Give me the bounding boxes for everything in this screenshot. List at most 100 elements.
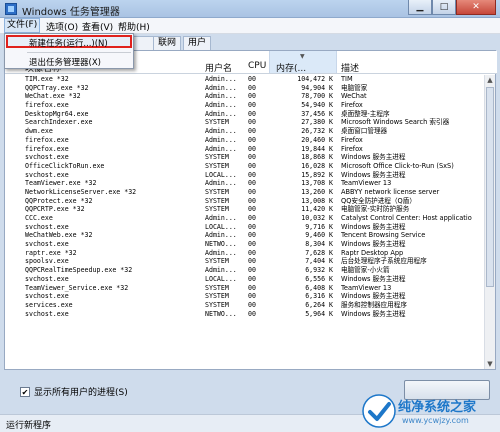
process-user-name: Admin... [205, 127, 237, 136]
process-image-name: QQPCTray.exe *32 [25, 83, 89, 92]
process-rows: TIM.exe *32 Admin... 00 104,472 K TIM QQPCTra… [5, 75, 485, 369]
table-row[interactable]: svchost.exe NETWO... 00 8,304 K Windows 服务主进… [5, 240, 485, 249]
process-user-name: Admin... [205, 83, 237, 92]
process-memory: 54,940 K [301, 101, 333, 110]
process-cpu: 00 [248, 196, 256, 205]
table-row[interactable]: CCC.exe Admin... 00 10,032 K Catalyst Contro… [5, 214, 485, 223]
column-user-name[interactable]: 用户名 [205, 61, 232, 74]
process-user-name: SYSTEM [205, 257, 229, 266]
table-row[interactable]: TeamViewer.exe *32 Admin... 00 13,708 K Team… [5, 179, 485, 188]
table-row[interactable]: QQPCRTP.exe *32 SYSTEM 00 11,420 K 电脑管家-实时防护… [5, 205, 485, 214]
tab-network[interactable]: 联网 [153, 36, 182, 50]
process-image-name: OfficeClickToRun.exe [25, 161, 105, 170]
column-cpu[interactable]: CPU [248, 61, 266, 71]
process-image-name: svchost.exe [25, 309, 69, 318]
table-row[interactable]: firefox.exe Admin... 00 54,940 K Firefox [5, 101, 485, 110]
table-row[interactable]: svchost.exe LOCAL... 00 6,556 K Windows 服务主进… [5, 275, 485, 284]
table-row[interactable]: WeChatWeb.exe *32 Admin... 00 9,460 K Tencen… [5, 231, 485, 240]
process-description: ABBYY network license server [341, 187, 440, 196]
process-image-name: dwm.exe [25, 127, 53, 136]
menu-help[interactable]: 帮助(H) [116, 20, 152, 33]
table-row[interactable]: QQPCRealTimeSpeedup.exe *32 Admin... 00 6,9… [5, 266, 485, 275]
table-row[interactable]: firefox.exe Admin... 00 20,460 K Firefox [5, 136, 485, 145]
process-cpu: 00 [248, 92, 256, 101]
process-description: Windows 服务主进程 [341, 274, 406, 283]
process-image-name: NetworkLicenseServer.exe *32 [25, 187, 137, 196]
process-cpu: 00 [248, 309, 256, 318]
table-row[interactable]: svchost.exe NETWO... 00 5,964 K Windows 服务主进… [5, 310, 485, 319]
table-row[interactable]: dwm.exe Admin... 00 26,732 K 桌面窗口管理器 [5, 127, 485, 136]
window-controls: ▁ □ ✕ [408, 0, 496, 15]
process-description: Firefox [341, 135, 363, 144]
column-description[interactable]: 描述 [341, 61, 359, 74]
menu-separator [27, 52, 131, 53]
table-row[interactable]: services.exe SYSTEM 00 6,264 K 服务和控制器应用程序 [5, 301, 485, 310]
table-row[interactable]: SearchIndexer.exe SYSTEM 00 27,380 K Microso… [5, 118, 485, 127]
table-row[interactable]: OfficeClickToRun.exe SYSTEM 00 16,028 K Micr… [5, 162, 485, 171]
process-description: QQ安全防护进程（Q盾） [341, 196, 416, 205]
process-cpu: 00 [248, 266, 256, 275]
process-description: 桌面整理-主程序 [341, 109, 390, 118]
process-cpu: 00 [248, 135, 256, 144]
process-description: 电脑管家-小火箭 [341, 266, 390, 275]
file-menu-dropdown: 新建任务(运行...)(N) 退出任务管理器(X) [4, 33, 134, 69]
process-image-name: TeamViewer.exe *32 [25, 179, 97, 188]
process-image-name: SearchIndexer.exe [25, 118, 93, 127]
process-memory: 13,260 K [301, 187, 333, 196]
exit-task-manager-menu-item[interactable]: 退出任务管理器(X) [29, 56, 101, 68]
scroll-down-icon[interactable]: ▼ [486, 360, 494, 368]
table-row[interactable]: spoolsv.exe SYSTEM 00 7,404 K 后台处理程序子系统应用程序 [5, 257, 485, 266]
maximize-button[interactable]: □ [432, 0, 456, 15]
scroll-up-icon[interactable]: ▲ [486, 76, 494, 84]
table-row[interactable]: DesktopMgr64.exe Admin... 00 37,456 K 桌面整理-主… [5, 110, 485, 119]
process-memory: 27,380 K [301, 118, 333, 127]
process-description: 服务和控制器应用程序 [341, 300, 407, 309]
table-row[interactable]: svchost.exe SYSTEM 00 18,868 K Windows 服务主进程 [5, 153, 485, 162]
table-row[interactable]: svchost.exe SYSTEM 00 6,316 K Windows 服务主进程 [5, 292, 485, 301]
table-row[interactable]: QQProtect.exe *32 SYSTEM 00 13,008 K QQ安全防护进… [5, 197, 485, 206]
table-row[interactable]: QQPCTray.exe *32 Admin... 00 94,904 K 电脑管家 [5, 84, 485, 93]
close-button[interactable]: ✕ [456, 0, 496, 15]
table-row[interactable]: raptr.exe *32 Admin... 00 7,628 K Raptr Desk… [5, 249, 485, 258]
process-cpu: 00 [248, 170, 256, 179]
process-memory: 9,716 K [305, 222, 333, 231]
process-description: Tencent Browsing Service [341, 231, 426, 240]
process-cpu: 00 [248, 75, 256, 83]
process-cpu: 00 [248, 240, 256, 249]
vertical-scrollbar[interactable]: ▲ ▼ [484, 75, 495, 369]
table-row[interactable]: TeamViewer_Service.exe *32 SYSTEM 00 6,408 … [5, 284, 485, 293]
show-all-users-checkbox[interactable]: ✔ [20, 386, 30, 397]
tab-users[interactable]: 用户 [183, 36, 212, 50]
new-task-menu-item[interactable]: 新建任务(运行...)(N) [29, 37, 108, 49]
table-row[interactable]: NetworkLicenseServer.exe *32 SYSTEM 00 13,2… [5, 188, 485, 197]
process-memory: 6,408 K [305, 283, 333, 292]
process-description: Windows 服务主进程 [341, 240, 406, 249]
process-cpu: 00 [248, 179, 256, 188]
process-user-name: Admin... [205, 75, 237, 83]
process-description: Catalyst Control Center: Host applicatio [341, 214, 472, 222]
table-row[interactable]: TIM.exe *32 Admin... 00 104,472 K TIM [5, 75, 485, 84]
process-cpu: 00 [248, 231, 256, 240]
process-memory: 15,892 K [301, 170, 333, 179]
menu-view[interactable]: 查看(V) [80, 20, 115, 33]
minimize-button[interactable]: ▁ [408, 0, 432, 15]
process-user-name: Admin... [205, 101, 237, 110]
table-row[interactable]: WeChat.exe *32 Admin... 00 78,700 K WeChat [5, 92, 485, 101]
table-row[interactable]: svchost.exe LOCAL... 00 15,892 K Windows 服务主… [5, 171, 485, 180]
table-row[interactable]: firefox.exe Admin... 00 19,844 K Firefox [5, 145, 485, 154]
scroll-thumb[interactable] [486, 87, 494, 287]
process-memory: 7,628 K [305, 248, 333, 257]
column-memory[interactable]: ▼ 内存(... [269, 51, 337, 74]
process-memory: 26,732 K [301, 127, 333, 136]
process-cpu: 00 [248, 274, 256, 283]
process-image-name: firefox.exe [25, 101, 69, 110]
menu-file[interactable]: 文件(F) [4, 18, 41, 33]
process-image-name: services.exe [25, 300, 73, 309]
process-user-name: SYSTEM [205, 161, 229, 170]
process-user-name: LOCAL... [205, 222, 237, 231]
menu-options[interactable]: 选项(O) [44, 20, 80, 33]
process-description: Microsoft Office Click-to-Run (SxS) [341, 161, 454, 170]
process-memory: 6,556 K [305, 274, 333, 283]
menu-bar: 文件(F) 选项(O) 查看(V) 帮助(H) [0, 18, 500, 34]
table-row[interactable]: svchost.exe LOCAL... 00 9,716 K Windows 服务主进… [5, 223, 485, 232]
